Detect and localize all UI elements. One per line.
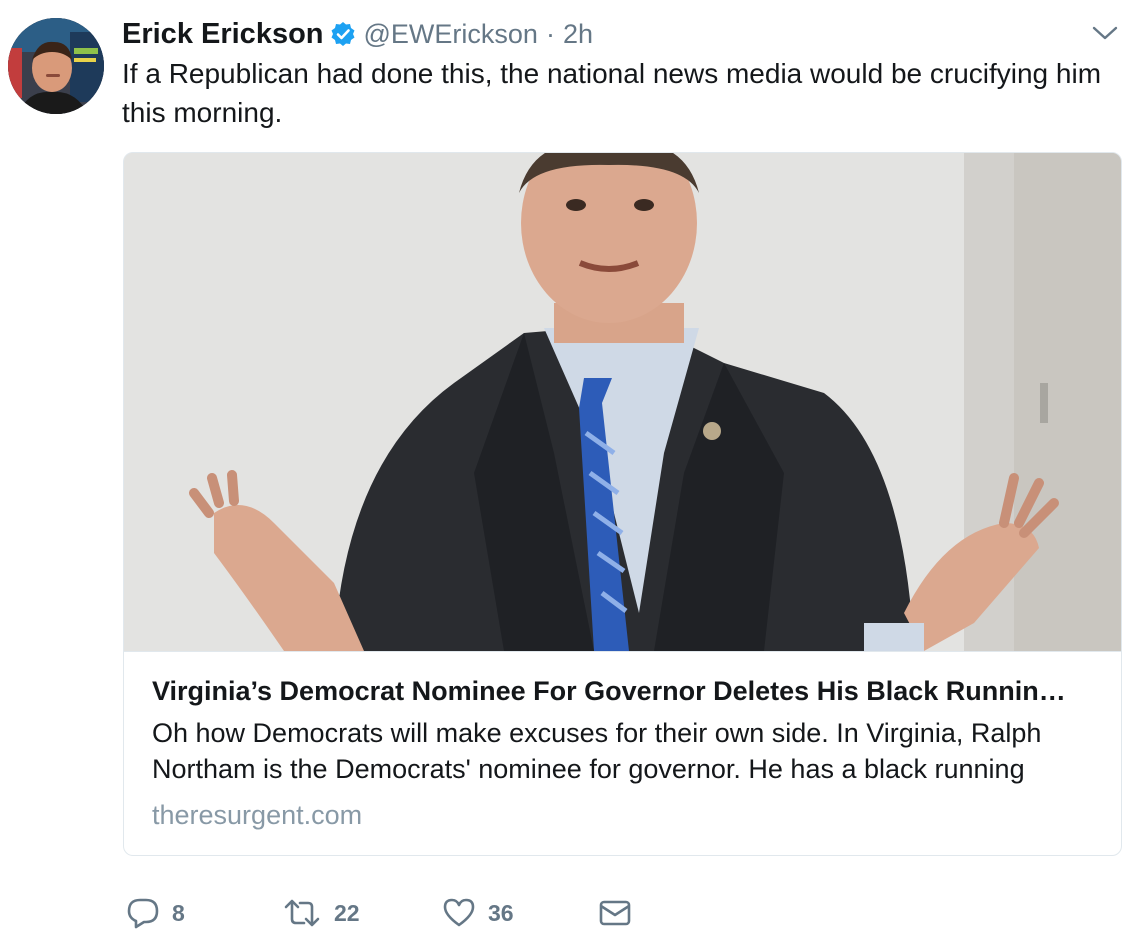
reply-button[interactable]: 8 [126, 897, 282, 929]
card-domain: theresurgent.com [152, 800, 363, 830]
heart-icon [443, 898, 475, 927]
card-description: Oh how Democrats will make excuses for t… [152, 718, 1042, 784]
like-button[interactable]: 36 [442, 897, 598, 929]
direct-message-button[interactable] [598, 898, 632, 928]
card-photo-icon [124, 153, 1121, 651]
card-image[interactable] [124, 153, 1121, 652]
envelope-icon [599, 900, 631, 926]
card-body: Virginia’s Democrat Nominee For Governor… [152, 673, 1097, 833]
retweet-icon [284, 899, 320, 927]
author-avatar[interactable] [8, 18, 104, 114]
verified-badge-icon [330, 21, 356, 47]
tweet-header: Erick Erickson @EWErickson · 2h [122, 14, 593, 54]
tweet-text: If a Republican had done this, the natio… [122, 58, 1102, 128]
avatar-photo-icon [8, 18, 104, 114]
card-title[interactable]: Virginia’s Democrat Nominee For Governor… [152, 673, 1097, 709]
retweet-button[interactable]: 22 [282, 897, 442, 929]
tweet-timestamp[interactable]: 2h [563, 19, 593, 50]
author-handle[interactable]: @EWErickson [364, 19, 538, 50]
tweet-actions: 8 22 36 [126, 893, 632, 933]
link-card[interactable]: Virginia’s Democrat Nominee For Governor… [123, 152, 1122, 856]
tweet-menu-chevron-down-icon[interactable] [1092, 22, 1118, 44]
reply-count: 8 [172, 899, 185, 926]
reply-icon [127, 898, 159, 929]
retweet-count: 22 [334, 899, 360, 926]
tweet: Erick Erickson @EWErickson · 2h If a Rep… [0, 0, 1140, 938]
author-name[interactable]: Erick Erickson [122, 18, 324, 51]
like-count: 36 [488, 899, 514, 926]
header-separator: · [545, 18, 555, 49]
